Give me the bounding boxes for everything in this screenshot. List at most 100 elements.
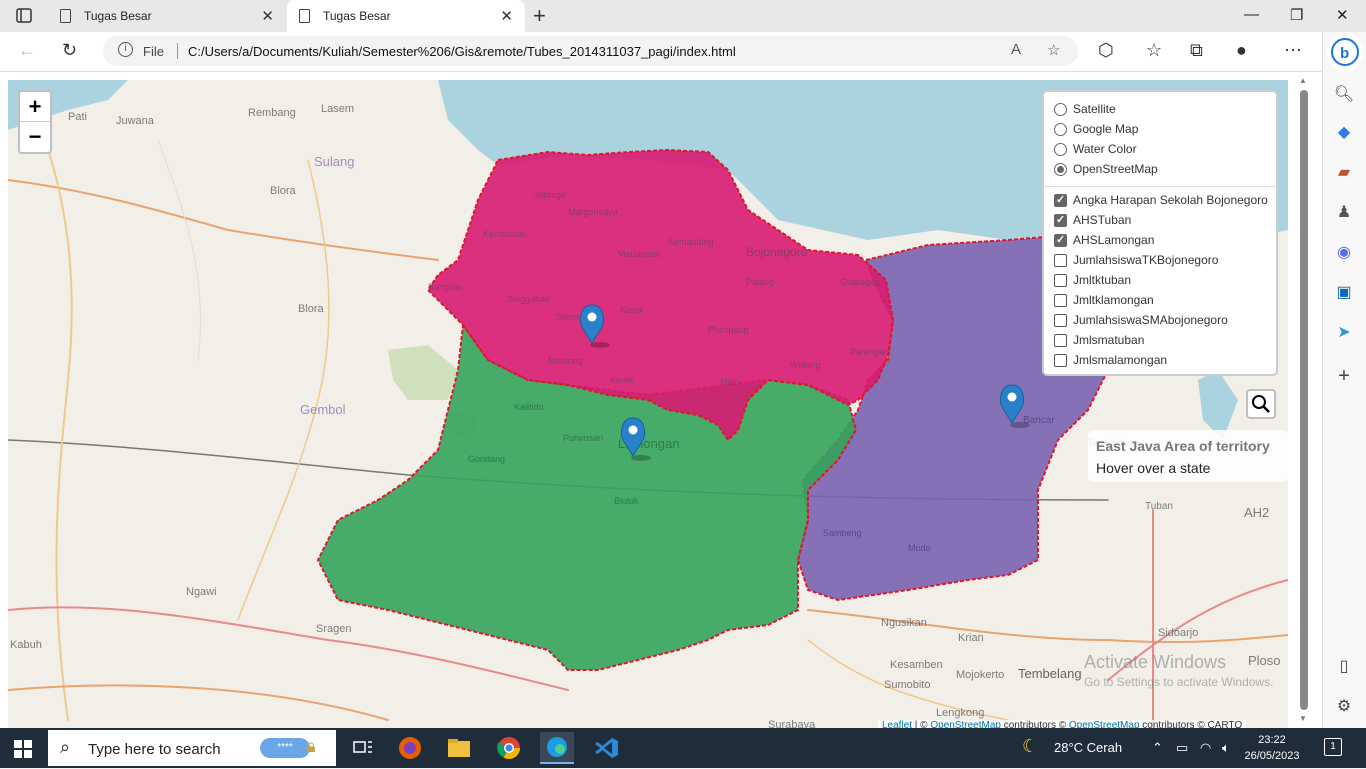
- battery-icon[interactable]: ▭: [1176, 740, 1188, 756]
- tab-active[interactable]: Tugas Besar ✕: [287, 0, 525, 32]
- search-icon[interactable]: 🔍︎: [1331, 84, 1357, 106]
- volume-icon[interactable]: 🔈︎: [1222, 740, 1230, 756]
- show-hidden-icons[interactable]: ⌃: [1152, 740, 1163, 756]
- checkbox[interactable]: [1054, 293, 1067, 307]
- overlay-sma-tuban[interactable]: Jmlsmatuban: [1054, 331, 1144, 349]
- checkbox[interactable]: [1054, 273, 1067, 287]
- collections-icon[interactable]: ⧉: [1190, 40, 1203, 61]
- checkbox[interactable]: [1054, 213, 1067, 227]
- tools-icon[interactable]: ▰: [1331, 162, 1357, 184]
- sidebar-toggle-icon[interactable]: ▯: [1331, 656, 1357, 678]
- minimize-button[interactable]: —: [1244, 6, 1259, 23]
- edge-taskbar-icon[interactable]: [540, 732, 574, 764]
- place-label: Lasem: [321, 103, 354, 115]
- more-menu-icon[interactable]: ⋯: [1284, 40, 1302, 61]
- vscode-icon[interactable]: [590, 732, 624, 764]
- scroll-thumb[interactable]: [1300, 90, 1308, 710]
- close-tab-icon[interactable]: ✕: [261, 7, 274, 25]
- file-explorer-icon[interactable]: [442, 732, 476, 764]
- base-layer-satellite[interactable]: Satellite: [1054, 100, 1116, 118]
- back-icon[interactable]: ←: [18, 40, 36, 61]
- map-search-button[interactable]: [1246, 389, 1276, 419]
- tab-actions-button[interactable]: [10, 6, 38, 26]
- wifi-icon[interactable]: ◠: [1200, 740, 1211, 756]
- radio-button[interactable]: [1054, 142, 1067, 156]
- close-tab-icon[interactable]: ✕: [500, 7, 513, 25]
- notification-center-icon[interactable]: 1: [1324, 738, 1342, 756]
- overlay-label: Jmlsmatuban: [1073, 333, 1145, 347]
- settings-gear-icon[interactable]: ⚙: [1331, 696, 1357, 718]
- firefox-icon[interactable]: [393, 732, 427, 764]
- overlay-sma-lamongan[interactable]: Jmlsmalamongan: [1054, 351, 1167, 369]
- overlay-tk-bojonegoro[interactable]: JumlahsiswaTKBojonegoro: [1054, 251, 1218, 269]
- overlay-ahs-lamongan[interactable]: AHSLamongan: [1054, 231, 1154, 249]
- base-layer-water-color[interactable]: Water Color: [1054, 140, 1137, 158]
- place-label: Ngawi: [186, 586, 217, 598]
- scroll-down-icon[interactable]: ▼: [1299, 714, 1307, 723]
- scroll-up-icon[interactable]: ▲: [1299, 76, 1307, 85]
- zoom-out-button[interactable]: −: [20, 122, 50, 152]
- overlay-sma-bojonegoro[interactable]: JumlahsiswaSMAbojonegoro: [1054, 311, 1228, 329]
- checkbox[interactable]: [1054, 253, 1067, 267]
- search-icon: [1252, 395, 1270, 413]
- add-favorite-icon[interactable]: ☆: [1047, 41, 1060, 59]
- extensions-icon[interactable]: ⬡: [1098, 40, 1114, 61]
- checkbox[interactable]: [1054, 233, 1067, 247]
- chrome-icon[interactable]: [492, 732, 526, 764]
- radio-button[interactable]: [1054, 102, 1067, 116]
- search-icon: ⌕: [60, 737, 71, 757]
- tab-inactive[interactable]: Tugas Besar ✕: [48, 0, 286, 32]
- watermark-line1: Activate Windows: [1084, 652, 1227, 672]
- clock-time: 23:22: [1258, 734, 1286, 746]
- edge-sidebar: b 🔍︎ ◆ ▰ ♟ ◉ ▣ ➤ + ▯ ⚙: [1322, 32, 1366, 728]
- shopping-icon[interactable]: ◆: [1331, 122, 1357, 144]
- osm-link[interactable]: OpenStreetMap: [1069, 720, 1140, 728]
- overlay-ahs-bojonegoro[interactable]: Angka Harapan Sekolah Bojonegoro: [1054, 191, 1268, 209]
- checkbox[interactable]: [1054, 313, 1067, 327]
- bing-icon[interactable]: b: [1327, 32, 1363, 72]
- windows-start-icon[interactable]: [14, 740, 32, 758]
- read-aloud-icon[interactable]: A: [1011, 41, 1021, 58]
- telegram-icon[interactable]: ➤: [1331, 322, 1357, 344]
- place-label: Sumobito: [884, 679, 930, 691]
- radio-button[interactable]: [1054, 122, 1067, 136]
- place-label: Ngusikan: [881, 617, 927, 629]
- taskbar-search-box[interactable]: ⌕ Type here to search **** 🔒︎: [48, 730, 336, 766]
- url-text[interactable]: C:/Users/a/Documents/Kuliah/Semester%206…: [188, 44, 736, 59]
- favorites-icon[interactable]: ☆: [1146, 40, 1162, 61]
- checkbox[interactable]: [1054, 353, 1067, 367]
- overlay-label: Jmltklamongan: [1073, 293, 1154, 307]
- weather-text[interactable]: 28°C Cerah: [1054, 740, 1122, 755]
- new-tab-button[interactable]: +: [533, 3, 546, 29]
- vertical-scrollbar[interactable]: ▲ ▼: [1297, 72, 1311, 728]
- overlay-ahs-tuban[interactable]: AHSTuban: [1054, 211, 1131, 229]
- info-title: East Java Area of territory: [1096, 438, 1270, 454]
- place-label: Gembol: [300, 402, 346, 417]
- overlay-label: JumlahsiswaTKBojonegoro: [1073, 253, 1219, 267]
- profile-avatar[interactable]: ●: [1236, 40, 1247, 61]
- system-clock[interactable]: 23:22 26/05/2023: [1238, 732, 1306, 764]
- overlay-tk-lamongan[interactable]: Jmltklamongan: [1054, 291, 1154, 309]
- office-icon[interactable]: ◉: [1331, 242, 1357, 264]
- checkbox[interactable]: [1054, 333, 1067, 347]
- base-layer-openstreetmap[interactable]: OpenStreetMap: [1054, 160, 1158, 178]
- games-icon[interactable]: ♟: [1331, 202, 1357, 224]
- layer-control: Satellite Google Map Water Color OpenStr…: [1042, 90, 1278, 376]
- osm-link[interactable]: OpenStreetMap: [930, 720, 1001, 728]
- zoom-in-button[interactable]: +: [20, 92, 50, 122]
- leaflet-map[interactable]: Pati Juwana Lasem Rembang Sulang Blora Blora Ge…: [8, 80, 1288, 728]
- close-window-button[interactable]: ✕: [1336, 6, 1349, 24]
- add-sidebar-app-icon[interactable]: +: [1331, 365, 1357, 387]
- task-view-icon[interactable]: [346, 732, 380, 764]
- address-bar[interactable]: i File C:/Users/a/Documents/Kuliah/Semes…: [103, 36, 1078, 66]
- overlay-tk-tuban[interactable]: Jmltktuban: [1054, 271, 1131, 289]
- refresh-icon[interactable]: ↻: [62, 40, 77, 61]
- leaflet-link[interactable]: Leaflet: [882, 720, 912, 728]
- radio-button[interactable]: [1054, 162, 1067, 176]
- place-label: Montong: [548, 356, 583, 366]
- checkbox[interactable]: [1054, 193, 1067, 207]
- outlook-icon[interactable]: ▣: [1331, 282, 1357, 304]
- maximize-button[interactable]: ❐: [1290, 6, 1303, 24]
- info-icon[interactable]: i: [118, 42, 133, 57]
- base-layer-google-map[interactable]: Google Map: [1054, 120, 1138, 138]
